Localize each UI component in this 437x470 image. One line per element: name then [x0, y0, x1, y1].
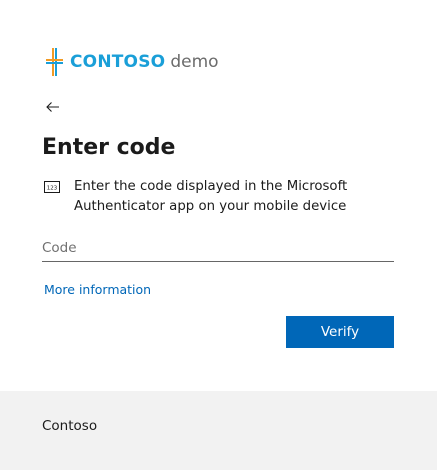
brand-logo: CONTOSO demo — [44, 48, 219, 76]
code-input[interactable] — [42, 235, 394, 262]
footer-text: Contoso — [42, 418, 98, 434]
brand-suffix: demo — [170, 52, 219, 72]
svg-text:123: 123 — [47, 186, 58, 192]
footer: Contoso — [0, 391, 437, 470]
sign-in-page: CONTOSO demo Enter code 123 Enter the co… — [0, 0, 437, 470]
back-button[interactable] — [44, 98, 62, 116]
page-title: Enter code — [42, 135, 176, 160]
contoso-cross-logo-icon — [46, 48, 63, 76]
arrow-left-icon — [46, 102, 59, 112]
sign-in-card: CONTOSO demo Enter code 123 Enter the co… — [0, 0, 437, 391]
verify-button[interactable]: Verify — [286, 316, 394, 348]
numeric-code-icon: 123 — [44, 181, 60, 193]
instruction-row: 123 Enter the code displayed in the Micr… — [44, 177, 374, 217]
more-information-link[interactable]: More information — [44, 282, 151, 297]
instruction-text: Enter the code displayed in the Microsof… — [74, 179, 348, 214]
brand-name: CONTOSO — [70, 52, 166, 72]
